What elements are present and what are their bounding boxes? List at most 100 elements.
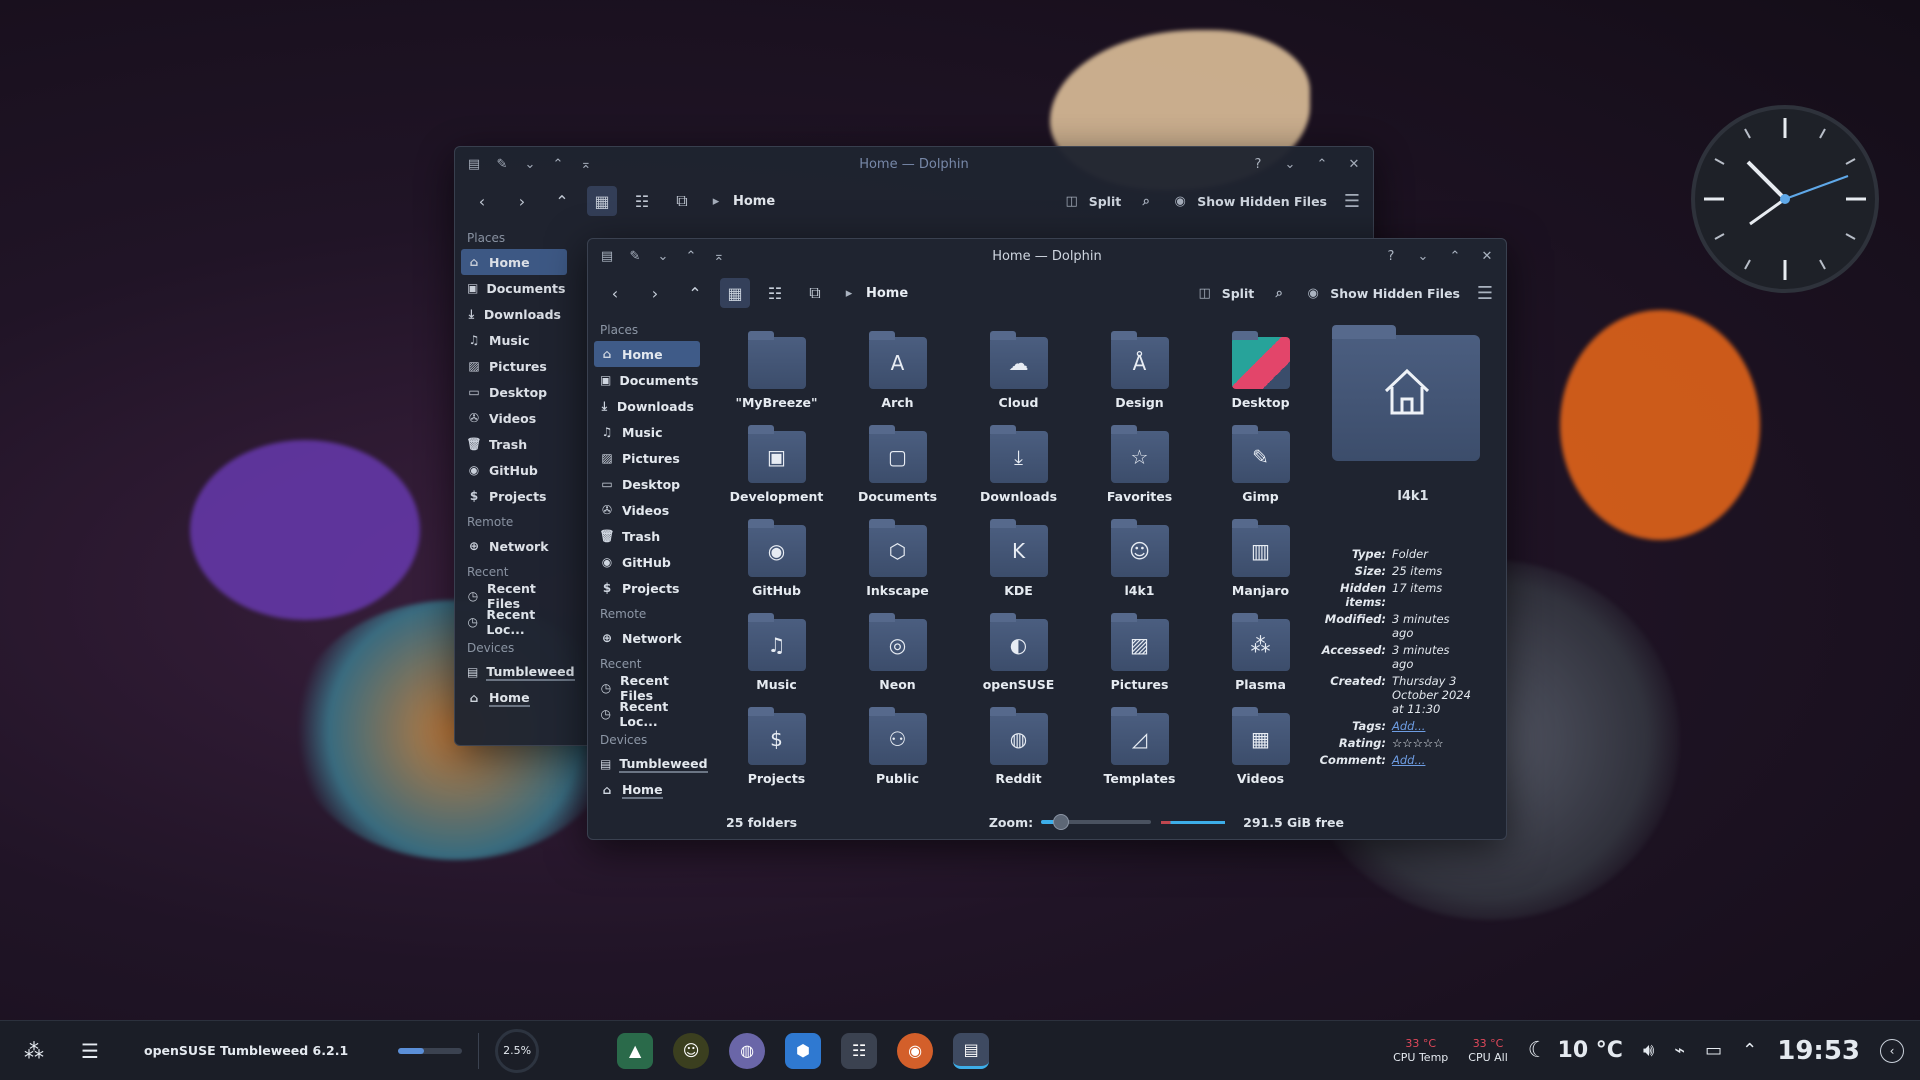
places-item-videos[interactable]: ✇ Videos	[461, 405, 567, 431]
help-icon[interactable]: ?	[1249, 155, 1267, 173]
places-item-github[interactable]: ◉ GitHub	[594, 549, 700, 575]
forward-icon[interactable]: ›	[507, 186, 537, 216]
folder-public[interactable]: ⚇ Public	[837, 707, 958, 805]
folder-reddit[interactable]: ◍ Reddit	[958, 707, 1079, 805]
places-item-documents[interactable]: ▣ Documents	[461, 275, 567, 301]
cpu-temp-widget[interactable]: 33 °C CPU Temp	[1393, 1037, 1448, 1065]
show-hidden-button[interactable]: ◉ Show Hidden Files	[1171, 192, 1327, 210]
back-icon[interactable]: ‹	[467, 186, 497, 216]
folder-inkscape[interactable]: ⬡ Inkscape	[837, 519, 958, 617]
breadcrumb[interactable]: ▸ Home	[707, 192, 775, 210]
places-item-music[interactable]: ♫ Music	[594, 419, 700, 445]
keep-above-icon[interactable]: ⌅	[577, 155, 595, 173]
folder-arch[interactable]: A Arch	[837, 331, 958, 429]
remote-item-network[interactable]: ⊕ Network	[594, 625, 700, 651]
details-view-icon[interactable]: ☷	[760, 278, 790, 308]
minimize-icon[interactable]: ⌄	[1414, 247, 1432, 265]
places-item-desktop[interactable]: ▭ Desktop	[461, 379, 567, 405]
task-firefox[interactable]: ◉	[897, 1032, 934, 1069]
places-item-documents[interactable]: ▣ Documents	[594, 367, 700, 393]
places-item-pictures[interactable]: ▨ Pictures	[594, 445, 700, 471]
task-system-monitor[interactable]: ▲	[617, 1032, 654, 1069]
places-item-home[interactable]: ⌂ Home	[461, 249, 567, 275]
menu-icon[interactable]: ☰	[1343, 191, 1361, 212]
folder-projects[interactable]: $ Projects	[716, 707, 837, 805]
folder-mybreeze[interactable]: "MyBreeze"	[716, 331, 837, 429]
places-item-projects[interactable]: $ Projects	[461, 483, 567, 509]
tray-expand-icon[interactable]: ⌃	[1742, 1040, 1757, 1061]
places-item-projects[interactable]: $ Projects	[594, 575, 700, 601]
up-icon[interactable]: ⌃	[547, 186, 577, 216]
places-item-trash[interactable]: 🗑︎ Trash	[461, 431, 567, 457]
folder-cloud[interactable]: ☁ Cloud	[958, 331, 1079, 429]
pin-icon[interactable]: ✎	[493, 155, 511, 173]
devices-item-home[interactable]: ⌂ Home	[594, 777, 700, 803]
compact-view-icon[interactable]: ⧉	[667, 186, 697, 216]
breadcrumb-home[interactable]: Home	[866, 286, 908, 301]
chevron-up-icon[interactable]: ⌃	[682, 247, 700, 265]
folder-development[interactable]: ▣ Development	[716, 425, 837, 523]
folder-neon[interactable]: ◎ Neon	[837, 613, 958, 711]
folder-plasma[interactable]: ⁂ Plasma	[1200, 613, 1321, 711]
task-geeko[interactable]: ☺	[673, 1032, 710, 1069]
folder-gimp[interactable]: ✎ Gimp	[1200, 425, 1321, 523]
search-icon[interactable]: ⌕	[1270, 284, 1288, 302]
info-value[interactable]: Add...	[1392, 753, 1472, 767]
titlebar[interactable]: ▤ ✎ ⌄ ⌃ ⌅ Home — Dolphin ? ⌄ ⌃ ✕	[588, 239, 1506, 273]
back-icon[interactable]: ‹	[600, 278, 630, 308]
help-icon[interactable]: ?	[1382, 247, 1400, 265]
recent-item-recent-files[interactable]: ◷ Recent Files	[461, 581, 567, 611]
maximize-icon[interactable]: ⌃	[1313, 155, 1331, 173]
breadcrumb[interactable]: ▸ Home	[840, 284, 908, 302]
places-item-desktop[interactable]: ▭ Desktop	[594, 471, 700, 497]
forward-icon[interactable]: ›	[640, 278, 670, 308]
recent-item-recent-files[interactable]: ◷ Recent Files	[594, 673, 700, 703]
menu-icon[interactable]: ☰	[1476, 283, 1494, 304]
volume-icon[interactable]: 🔊︎	[1643, 1040, 1654, 1061]
app-launcher-icon[interactable]: ⁂	[16, 1039, 52, 1063]
compact-view-icon[interactable]: ⧉	[800, 278, 830, 308]
folder-kde[interactable]: K KDE	[958, 519, 1079, 617]
split-button[interactable]: ◫ Split	[1063, 192, 1122, 210]
close-icon[interactable]: ✕	[1478, 247, 1496, 265]
overview-icon[interactable]: ☰	[72, 1039, 108, 1063]
recent-item-recent-loc[interactable]: ◷ Recent Loc...	[461, 607, 567, 637]
task-store[interactable]: ⬢	[785, 1032, 822, 1069]
folder-documents[interactable]: ▢ Documents	[837, 425, 958, 523]
remote-item-network[interactable]: ⊕ Network	[461, 533, 567, 559]
recent-item-recent-loc[interactable]: ◷ Recent Loc...	[594, 699, 700, 729]
pin-icon[interactable]: ✎	[626, 247, 644, 265]
weather-widget[interactable]: ☾ 10 °C	[1528, 1038, 1623, 1063]
titlebar[interactable]: ▤ ✎ ⌄ ⌃ ⌅ Home — Dolphin ? ⌄ ⌃ ✕	[455, 147, 1373, 181]
folder-videos[interactable]: ▦ Videos	[1200, 707, 1321, 805]
details-view-icon[interactable]: ☷	[627, 186, 657, 216]
folder-opensuse[interactable]: ◐ openSUSE	[958, 613, 1079, 711]
zoom-slider-handle[interactable]	[1052, 814, 1069, 830]
task-settings[interactable]: ☷	[841, 1032, 878, 1069]
dolphin-window-front[interactable]: ▤ ✎ ⌄ ⌃ ⌅ Home — Dolphin ? ⌄ ⌃ ✕ ‹ › ⌃ ▦…	[587, 238, 1507, 840]
folder-manjaro[interactable]: ▥ Manjaro	[1200, 519, 1321, 617]
folder-pictures[interactable]: ▨ Pictures	[1079, 613, 1200, 711]
show-hidden-button[interactable]: ◉ Show Hidden Files	[1304, 284, 1460, 302]
task-dolphin[interactable]: ▤	[953, 1032, 990, 1069]
folder-favorites[interactable]: ☆ Favorites	[1079, 425, 1200, 523]
up-icon[interactable]: ⌃	[680, 278, 710, 308]
zoom-slider[interactable]	[1041, 814, 1152, 830]
places-item-music[interactable]: ♫ Music	[461, 327, 567, 353]
icons-view-icon[interactable]: ▦	[587, 186, 617, 216]
bluetooth-icon[interactable]: ⌁	[1674, 1040, 1685, 1061]
peek-desktop-icon[interactable]: ‹	[1880, 1038, 1904, 1063]
folder-desktop[interactable]: Desktop	[1200, 331, 1321, 429]
devices-item-tumbleweed[interactable]: ▤ Tumbleweed	[594, 751, 708, 777]
folder-design[interactable]: Å Design	[1079, 331, 1200, 429]
devices-item-tumbleweed[interactable]: ▤ Tumbleweed	[461, 659, 575, 685]
devices-item-home[interactable]: ⌂ Home	[461, 685, 567, 711]
places-item-downloads[interactable]: ⤓ Downloads	[461, 301, 567, 327]
maximize-icon[interactable]: ⌃	[1446, 247, 1464, 265]
places-item-trash[interactable]: 🗑︎ Trash	[594, 523, 700, 549]
search-icon[interactable]: ⌕	[1137, 192, 1155, 210]
places-item-videos[interactable]: ✇ Videos	[594, 497, 700, 523]
close-icon[interactable]: ✕	[1345, 155, 1363, 173]
task-app-circle[interactable]: ◍	[729, 1032, 766, 1069]
chevron-down-icon[interactable]: ⌄	[521, 155, 539, 173]
